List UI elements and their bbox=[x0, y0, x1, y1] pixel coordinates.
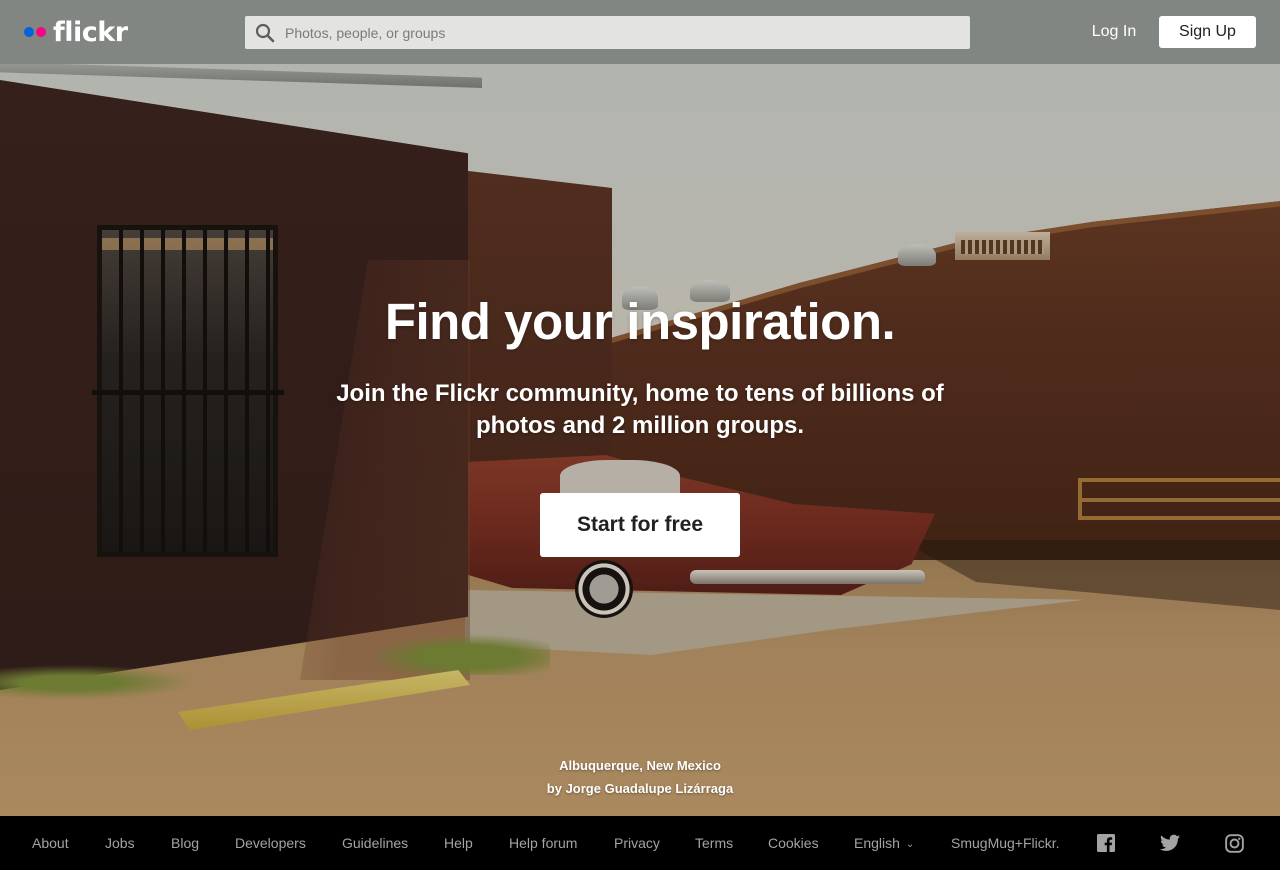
start-for-free-button[interactable]: Start for free bbox=[540, 493, 740, 557]
photo-credit[interactable]: by Jorge Guadalupe Lizárraga bbox=[0, 781, 1280, 796]
footer: About Jobs Blog Developers Guidelines He… bbox=[0, 816, 1280, 870]
footer-link-developers[interactable]: Developers bbox=[235, 816, 306, 870]
logo-wordmark: flickr bbox=[53, 16, 128, 48]
sign-up-button[interactable]: Sign Up bbox=[1159, 16, 1256, 48]
twitter-icon[interactable] bbox=[1160, 833, 1180, 853]
search-input[interactable] bbox=[285, 16, 970, 49]
log-in-link[interactable]: Log In bbox=[1080, 16, 1148, 48]
search-bar bbox=[245, 16, 970, 49]
facebook-icon[interactable] bbox=[1096, 833, 1116, 853]
footer-link-cookies[interactable]: Cookies bbox=[768, 816, 819, 870]
search-icon[interactable] bbox=[245, 16, 285, 49]
instagram-icon[interactable] bbox=[1224, 833, 1244, 853]
flickr-logo[interactable]: flickr bbox=[24, 16, 128, 48]
hero-subtitle: Join the Flickr community, home to tens … bbox=[336, 380, 944, 439]
footer-link-guidelines[interactable]: Guidelines bbox=[342, 816, 408, 870]
language-selector[interactable]: English ⌄ bbox=[854, 816, 914, 870]
logo-pink-dot-icon bbox=[36, 27, 46, 37]
photo-location[interactable]: Albuquerque, New Mexico bbox=[0, 758, 1280, 773]
footer-link-terms[interactable]: Terms bbox=[695, 816, 733, 870]
footer-link-help[interactable]: Help bbox=[444, 816, 473, 870]
hero-title: Find your inspiration. bbox=[384, 293, 896, 350]
footer-link-blog[interactable]: Blog bbox=[171, 816, 199, 870]
footer-link-jobs[interactable]: Jobs bbox=[105, 816, 135, 870]
language-label: English bbox=[854, 835, 900, 851]
footer-link-privacy[interactable]: Privacy bbox=[614, 816, 660, 870]
top-nav: flickr Log In Sign Up bbox=[0, 0, 1280, 64]
footer-link-help-forum[interactable]: Help forum bbox=[509, 816, 577, 870]
logo-blue-dot-icon bbox=[24, 27, 34, 37]
chevron-down-icon: ⌄ bbox=[905, 839, 915, 850]
footer-link-about[interactable]: About bbox=[32, 816, 69, 870]
smugmug-flickr-link[interactable]: SmugMug+Flickr. bbox=[951, 816, 1060, 870]
